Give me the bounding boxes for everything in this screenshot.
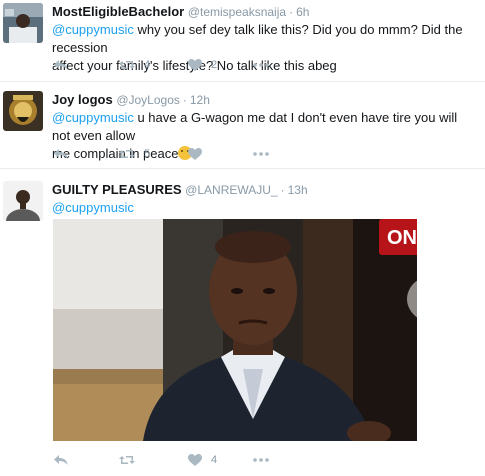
tweet-header: MostEligibleBachelor @temispeaksnaija · 6h (52, 3, 477, 21)
like-count: 2 (211, 59, 218, 71)
tweet-header: Joy logos @JoyLogos · 12h (52, 91, 477, 109)
mention-link[interactable]: @cuppymusic (52, 200, 134, 215)
display-name[interactable]: Joy logos (52, 92, 113, 107)
retweet-button[interactable] (119, 452, 144, 468)
like-button[interactable]: 2 (188, 57, 217, 73)
retweet-button[interactable]: 4 (119, 57, 150, 73)
like-button[interactable] (188, 146, 211, 162)
timestamp[interactable]: 13h (288, 183, 308, 197)
tweet-text: @cuppymusic (52, 199, 477, 217)
tweet-actions: 4 (52, 452, 282, 468)
avatar[interactable] (3, 181, 43, 221)
reply-button[interactable] (54, 452, 68, 468)
timestamp[interactable]: 12h (190, 93, 210, 107)
reply-icon (54, 455, 68, 465)
more-icon (253, 63, 269, 67)
tweet-photo[interactable]: ON AIR (53, 219, 417, 441)
retweet-button[interactable]: 5 (119, 146, 150, 162)
retweet-icon (119, 456, 135, 464)
timestamp[interactable]: 6h (296, 5, 309, 19)
like-button[interactable]: 4 (188, 452, 217, 468)
on-air-sign: ON AIR (387, 227, 417, 249)
more-button[interactable] (253, 452, 269, 468)
like-icon (188, 148, 202, 160)
tweet-2: Joy logos @JoyLogos · 12h @cuppymusic u ha… (0, 82, 485, 169)
more-icon (253, 152, 269, 156)
tweet-1: MostEligibleBachelor @temispeaksnaija · 6h… (0, 0, 485, 82)
retweet-icon (119, 61, 135, 69)
retweet-icon (119, 150, 135, 158)
mention-link[interactable]: @cuppymusic (52, 22, 134, 37)
more-button[interactable] (253, 146, 269, 162)
reply-icon (54, 60, 68, 70)
reply-button[interactable] (54, 57, 68, 73)
username[interactable]: @JoyLogos (116, 93, 180, 107)
tweet-actions: 5 (52, 146, 282, 162)
reply-icon (54, 149, 68, 159)
like-count: 4 (211, 454, 218, 466)
separator: · (182, 93, 187, 107)
display-name[interactable]: GUILTY PLEASURES (52, 182, 182, 197)
like-icon (188, 454, 202, 466)
more-button[interactable] (253, 57, 269, 73)
avatar[interactable] (3, 91, 43, 131)
separator: · (289, 5, 294, 19)
retweet-count: 4 (144, 59, 151, 71)
avatar[interactable] (3, 3, 43, 43)
more-icon (253, 458, 269, 462)
display-name[interactable]: MostEligibleBachelor (52, 4, 184, 19)
reply-button[interactable] (54, 146, 68, 162)
retweet-count: 5 (144, 148, 151, 160)
tweet-header: GUILTY PLEASURES @LANREWAJU_ · 13h (52, 181, 477, 199)
tweet-actions: 4 2 (52, 57, 282, 73)
mention-link[interactable]: @cuppymusic (52, 110, 134, 125)
username[interactable]: @LANREWAJU_ (185, 183, 277, 197)
like-icon (188, 59, 202, 71)
separator: · (280, 183, 285, 197)
username[interactable]: @temispeaksnaija (188, 5, 286, 19)
